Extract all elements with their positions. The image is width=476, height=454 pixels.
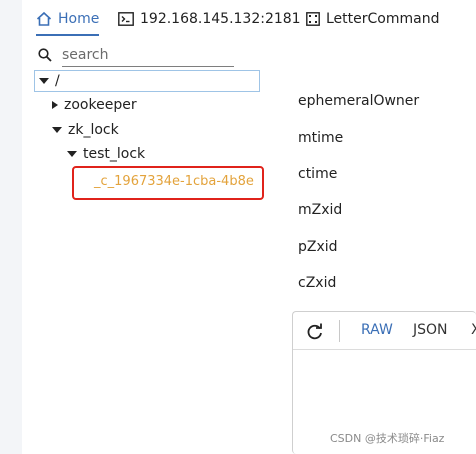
tab-bar: Home 192.168.145.132:2181 LetterCommand	[22, 0, 476, 36]
property-label: ctime	[298, 166, 338, 182]
tab-home-label: Home	[58, 11, 100, 27]
x-view-button[interactable]: X	[471, 322, 476, 338]
tree-node-zookeeper[interactable]: zookeeper	[52, 97, 137, 113]
refresh-icon[interactable]	[305, 322, 325, 342]
tree-node-selected[interactable]: _c_1967334e-1cba-4b8e	[72, 166, 264, 200]
editor-toolbar: RAW JSON X	[293, 312, 476, 350]
app-root: Home 192.168.145.132:2181 LetterCommand	[0, 0, 476, 454]
property-label: mtime	[298, 130, 344, 146]
raw-view-button[interactable]: RAW	[361, 322, 393, 338]
tab-letter-command[interactable]: LetterCommand	[306, 8, 439, 30]
search-bar	[38, 42, 244, 68]
expand-toggle-icon[interactable]	[39, 78, 49, 84]
watermark: CSDN @技术琐碎·Fiaz	[330, 432, 445, 445]
left-gutter	[0, 0, 22, 454]
collapse-arrow-icon[interactable]	[52, 101, 58, 109]
tab-connection[interactable]: 192.168.145.132:2181	[118, 8, 301, 30]
tree-node-label: zookeeper	[64, 97, 137, 113]
tree-node-test-lock[interactable]: test_lock	[67, 146, 145, 162]
tree-node-label: zk_lock	[68, 122, 119, 138]
toolbar-divider	[339, 320, 340, 342]
tree-node-label: test_lock	[83, 146, 146, 162]
tab-home[interactable]: Home	[36, 8, 100, 36]
search-icon	[38, 48, 52, 62]
tree-node-zk-lock[interactable]: zk_lock	[52, 122, 119, 138]
node-tree-panel: / zookeeper zk_lock test_lock _c_1967334…	[22, 36, 264, 454]
tab-letter-command-label: LetterCommand	[326, 11, 440, 27]
tab-connection-label: 192.168.145.132:2181	[140, 11, 301, 27]
search-input[interactable]	[62, 43, 234, 67]
tree-root-row[interactable]: /	[34, 70, 260, 92]
json-view-button[interactable]: JSON	[413, 322, 448, 338]
home-icon	[36, 11, 52, 26]
property-label: pZxid	[298, 239, 338, 255]
frame-icon	[306, 12, 320, 26]
property-label: mZxid	[298, 202, 343, 218]
terminal-icon	[118, 12, 134, 26]
expand-toggle-icon[interactable]	[52, 127, 62, 133]
property-label: cZxid	[298, 275, 337, 291]
expand-toggle-icon[interactable]	[67, 151, 77, 157]
tree-root-label: /	[55, 73, 60, 89]
tree-node-label: _c_1967334e-1cba-4b8e	[94, 174, 254, 189]
property-label: ephemeralOwner	[298, 93, 420, 109]
